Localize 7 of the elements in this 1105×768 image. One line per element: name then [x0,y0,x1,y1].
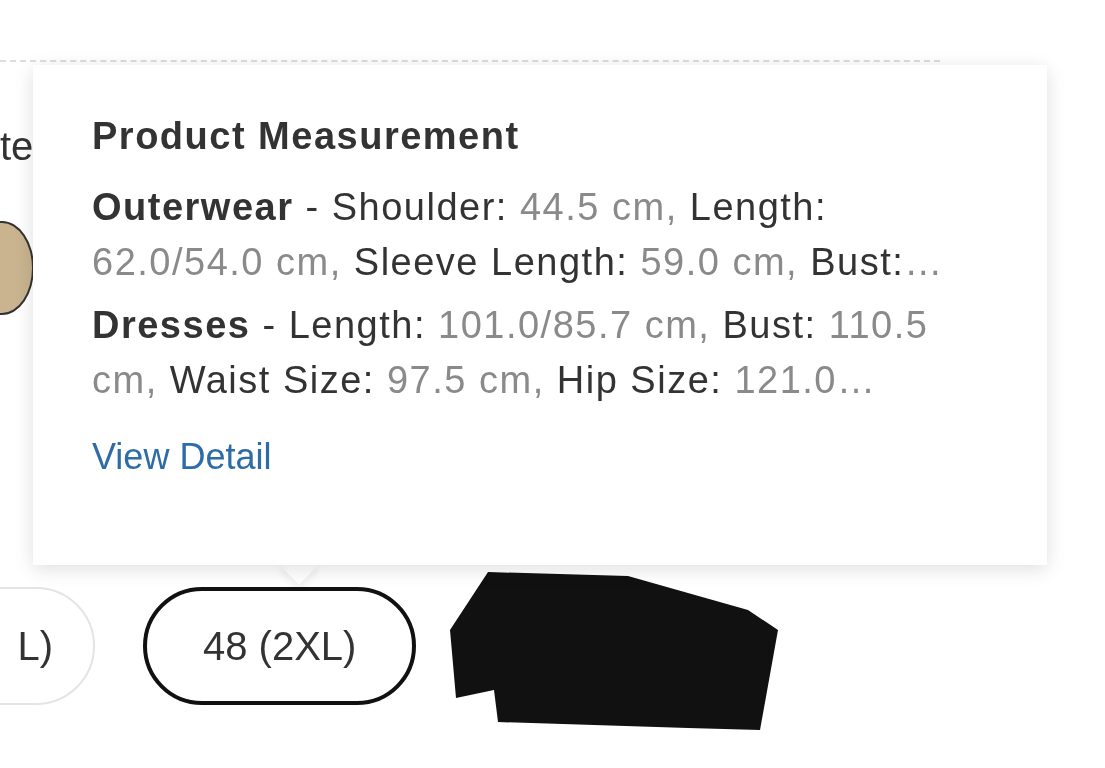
measurement-text: Dresses - Length: 101.0/85.7 cm, Bust: 110.5 cm, Waist Size: 97.5 cm, Hip Size: 121.0… [92,303,930,403]
tooltip-title: Product Measurement [92,115,521,158]
view-detail-link[interactable]: View Detail [92,436,272,478]
size-option[interactable]: L) [0,587,95,705]
measurement-text: Outerwear - Shoulder: 44.5 cm, Length: 62.0/54.0 cm, Sleeve Length: 59.0 cm, Bust:… [92,185,945,285]
size-option[interactable]: 48 (2XL) [143,587,417,705]
partial-label: te [0,126,34,166]
